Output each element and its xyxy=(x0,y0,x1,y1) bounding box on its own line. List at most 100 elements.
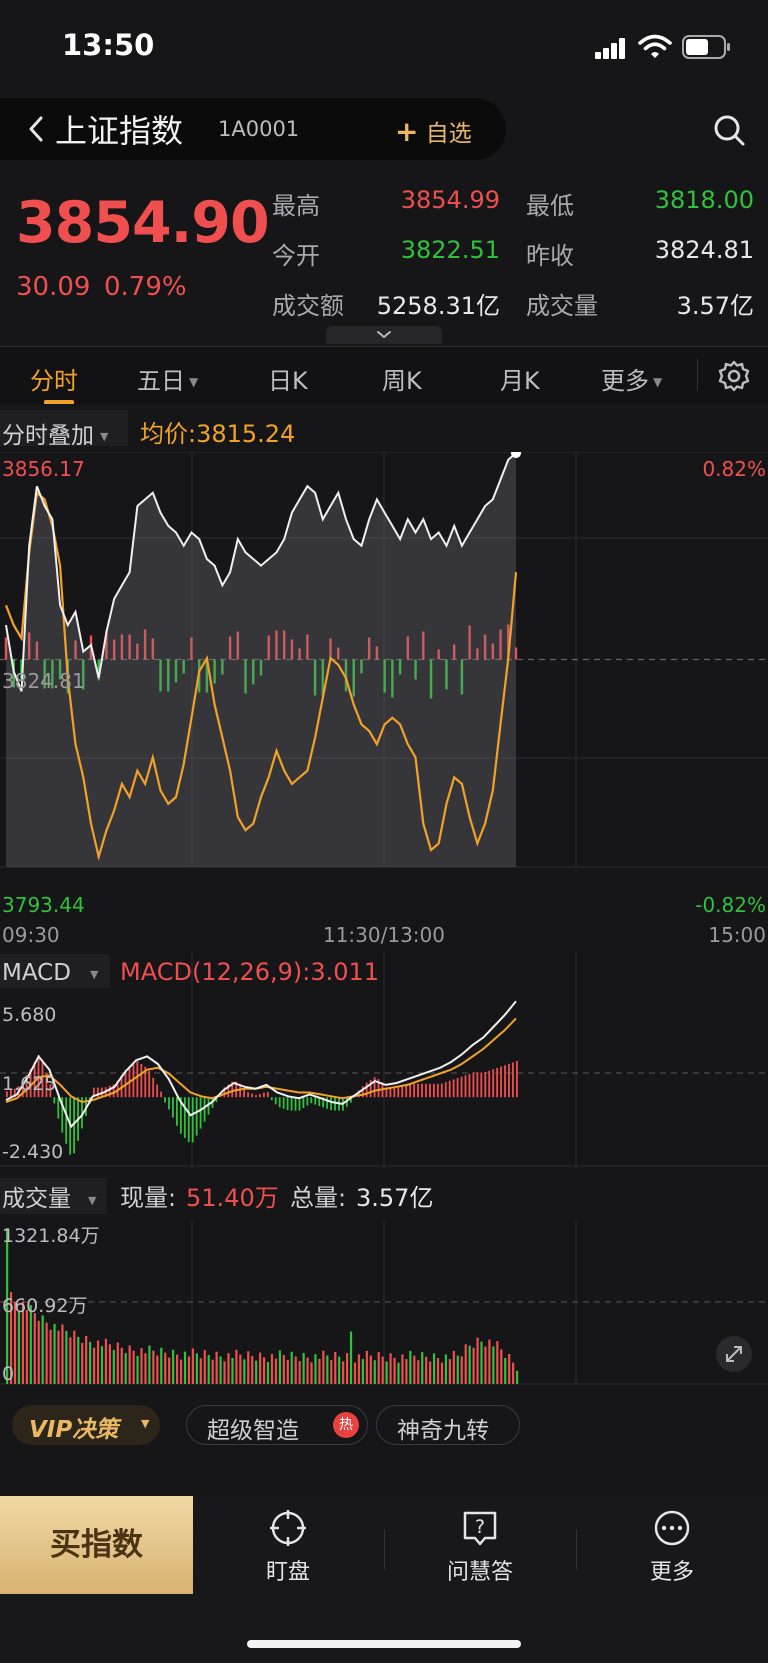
volume-bar-up xyxy=(357,1354,361,1384)
macd-bar-up xyxy=(262,1092,265,1098)
volume-bar-down xyxy=(65,1330,68,1384)
caret-down-icon: ▼ xyxy=(88,1194,97,1207)
caret-down-icon: ▼ xyxy=(90,968,99,981)
macd-bar-up xyxy=(444,1082,447,1098)
status-time: 13:50 xyxy=(62,28,155,62)
volume-bar-down xyxy=(468,1345,471,1384)
home-indicator xyxy=(247,1640,521,1648)
vip-decision-label: VIP决策 xyxy=(29,1417,119,1443)
volume-bar-down xyxy=(504,1358,507,1384)
macd-bar-up xyxy=(448,1080,451,1098)
macd-bar-up xyxy=(480,1072,483,1098)
volume-bar-up xyxy=(140,1348,143,1384)
volume-bar-down xyxy=(124,1353,127,1384)
super-intel-chip[interactable]: 超级智造 热 xyxy=(186,1405,368,1445)
add-watchlist-button[interactable]: + 自选 xyxy=(395,114,472,148)
tab-intraday[interactable]: 分时 xyxy=(30,361,78,396)
back-arrow-icon[interactable] xyxy=(20,112,54,146)
volume-bar-down xyxy=(100,1346,104,1384)
macd-bar-up xyxy=(397,1087,400,1098)
tab-five-day[interactable]: 五日 ▼ xyxy=(137,361,198,396)
volume-bar-up xyxy=(484,1346,487,1384)
volume-title[interactable]: 成交量 xyxy=(2,1186,71,1212)
open-value: 3822.51 xyxy=(400,236,500,264)
ask-nav[interactable]: ? 问慧答 xyxy=(420,1508,540,1586)
volume-bar-up xyxy=(262,1357,266,1384)
index-name: 上证指数 xyxy=(55,112,184,150)
intraday-series xyxy=(4,452,521,867)
question-icon: ? xyxy=(463,1511,497,1546)
average-price-label: 均价:3815.24 xyxy=(140,420,296,448)
volume-bar-up xyxy=(393,1357,396,1384)
fullscreen-button[interactable] xyxy=(716,1336,752,1372)
volume-bar-up xyxy=(405,1359,408,1384)
volume-bar-down xyxy=(432,1353,436,1384)
caret-down-icon: ▼ xyxy=(189,375,199,389)
magic-nine-chip[interactable]: 神奇九转 xyxy=(376,1405,520,1445)
expand-quote-button[interactable] xyxy=(326,326,442,344)
volume-bar-up xyxy=(73,1330,76,1384)
volume-bar-up xyxy=(211,1359,214,1384)
volume-bar-up xyxy=(440,1362,444,1384)
y-label-mid: 3824.81 xyxy=(2,669,85,693)
volume-bar-up xyxy=(342,1361,345,1384)
price-area xyxy=(6,453,516,867)
macd-title[interactable]: MACD xyxy=(2,960,71,986)
tab-divider xyxy=(697,359,698,391)
watch-nav[interactable]: 盯盘 xyxy=(228,1508,348,1586)
last-price: 3854.90 xyxy=(16,190,270,256)
macd-bar-up xyxy=(401,1085,404,1098)
gear-icon[interactable] xyxy=(717,359,751,393)
price-change-percent: 0.79% xyxy=(104,272,187,302)
macd-bar-down xyxy=(65,1097,68,1144)
volume-bar-up xyxy=(381,1356,384,1384)
macd-bar-up xyxy=(417,1083,419,1098)
volume-bar-up xyxy=(203,1350,206,1384)
volume-bar-down xyxy=(385,1361,388,1384)
tab-month-k[interactable]: 月K xyxy=(500,361,540,396)
macd-bar-down xyxy=(326,1097,329,1109)
vip-decision-chip[interactable]: VIP决策 ▼ xyxy=(12,1405,160,1445)
macd-bar-up xyxy=(251,1093,253,1098)
macd-bar-down xyxy=(195,1097,198,1136)
macd-bar-up xyxy=(476,1072,479,1098)
total-volume-value: 3.57亿 xyxy=(356,1184,433,1212)
tab-day-k[interactable]: 日K xyxy=(268,361,308,396)
volume-bar-up xyxy=(496,1341,499,1384)
macd-bar-up xyxy=(259,1094,261,1098)
macd-bar-up xyxy=(405,1084,408,1098)
volume-bar-down xyxy=(243,1359,246,1384)
volume-bar-up xyxy=(176,1354,179,1384)
macd-bar-up xyxy=(488,1070,491,1098)
volume-bar-up xyxy=(199,1358,202,1384)
volume-bar-up xyxy=(286,1359,289,1384)
volume-bar-up xyxy=(187,1356,191,1384)
volume-bar-down xyxy=(397,1362,400,1384)
tab-more[interactable]: 更多 ▼ xyxy=(601,361,662,396)
volume-bar-down xyxy=(338,1356,341,1384)
volume-bar-up xyxy=(191,1348,195,1384)
macd-bar-down xyxy=(278,1097,281,1108)
macd-bar-up xyxy=(512,1062,514,1098)
volume-bar-up xyxy=(401,1354,404,1384)
volume-bar-up xyxy=(96,1340,100,1384)
intraday-chart[interactable]: 3856.17 3824.81 3793.44 0.82% -0.82% 09:… xyxy=(0,452,768,952)
plus-icon: + xyxy=(395,115,419,148)
tab-week-k[interactable]: 周K xyxy=(382,361,422,396)
volume-chart[interactable]: 成交量 ▼ 现量: 51.40万 总量: 3.57亿 1321.84万 660.… xyxy=(0,1168,768,1390)
volume-bar-up xyxy=(476,1337,479,1384)
current-volume-value: 51.40万 xyxy=(186,1184,279,1212)
macd-bar-down xyxy=(286,1097,289,1111)
volume-bar-up xyxy=(369,1355,372,1384)
more-nav[interactable]: 更多 xyxy=(612,1508,732,1586)
volume-bar-up xyxy=(104,1338,108,1384)
macd-bar-up xyxy=(472,1072,475,1098)
overlay-label[interactable]: 分时叠加 ▼ xyxy=(2,416,108,450)
macd-chart[interactable]: MACD ▼ MACD(12,26,9):3.011 5.680 1.625 -… xyxy=(0,952,768,1168)
buy-index-button[interactable]: 买指数 xyxy=(0,1496,193,1594)
macd-bar-down xyxy=(314,1097,317,1105)
macd-bar-down xyxy=(187,1097,190,1143)
volume-bar-up xyxy=(120,1347,123,1384)
search-icon[interactable] xyxy=(712,113,746,147)
caret-down-icon: ▼ xyxy=(100,430,109,443)
